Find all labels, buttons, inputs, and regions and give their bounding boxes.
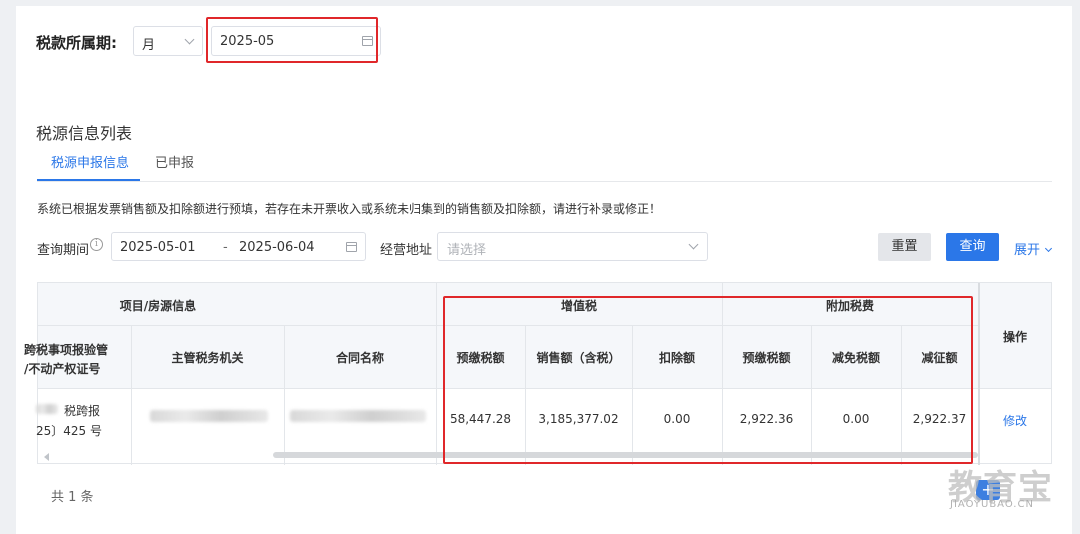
address-label: 经营地址 xyxy=(380,243,433,258)
highlight-box-period xyxy=(206,17,378,63)
header-cert-line2: /不动产权证号 xyxy=(24,362,101,376)
range-end: 2025-06-04 xyxy=(239,240,315,255)
redacted-text xyxy=(36,404,58,414)
notice-text: 系统已根据发票销售额及扣除额进行预填，若存在未开票收入或系统未归集到的销售额及扣… xyxy=(37,202,662,216)
total-count: 共 1 条 xyxy=(51,490,94,505)
chevron-down-icon xyxy=(688,239,699,250)
tab-declared[interactable]: 已申报 xyxy=(155,152,194,171)
header-action: 操作 xyxy=(1002,330,1027,344)
header-project: 项目/房源信息 xyxy=(119,299,197,313)
highlight-box-tax-columns xyxy=(443,296,973,464)
redacted-authority xyxy=(150,410,268,422)
query-date-range-picker[interactable]: 2025-05-01 - 2025-06-04 xyxy=(111,232,366,261)
info-icon[interactable]: i xyxy=(90,238,103,251)
range-separator: - xyxy=(223,240,228,255)
reset-button[interactable]: 重置 xyxy=(878,233,931,261)
row-cert-line2: 25〕425 号 xyxy=(36,424,102,438)
section-title: 税源信息列表 xyxy=(36,124,133,143)
scroll-left-arrow-icon[interactable] xyxy=(44,453,49,461)
tax-period-label: 税款所属期: xyxy=(36,34,117,52)
query-period-label: 查询期间 xyxy=(37,243,90,258)
edit-link[interactable]: 修改 xyxy=(979,412,1051,429)
chevron-down-icon xyxy=(184,34,195,45)
row-cert-line1: 税跨报 xyxy=(64,404,101,418)
header-cert-line1: 跨税事项报验管 xyxy=(24,343,109,357)
tabs-divider xyxy=(37,181,1052,182)
tab-tax-source-declaration[interactable]: 税源申报信息 xyxy=(51,152,129,171)
address-placeholder: 请选择 xyxy=(447,243,487,258)
address-select[interactable]: 请选择 xyxy=(437,232,708,261)
period-type-select[interactable]: 月 xyxy=(133,26,203,56)
redacted-contract xyxy=(290,410,426,422)
expand-label: 展开 xyxy=(1014,243,1041,258)
query-button[interactable]: 查询 xyxy=(946,233,999,261)
period-type-value: 月 xyxy=(142,38,156,53)
watermark-sub: JIAOYUBAO.CN xyxy=(950,499,1034,510)
range-start: 2025-05-01 xyxy=(120,240,196,255)
active-tab-indicator xyxy=(37,179,140,181)
calendar-icon xyxy=(346,242,357,252)
expand-link[interactable]: 展开 xyxy=(1014,239,1053,258)
header-contract: 合同名称 xyxy=(335,351,384,365)
header-authority: 主管税务机关 xyxy=(171,351,244,365)
